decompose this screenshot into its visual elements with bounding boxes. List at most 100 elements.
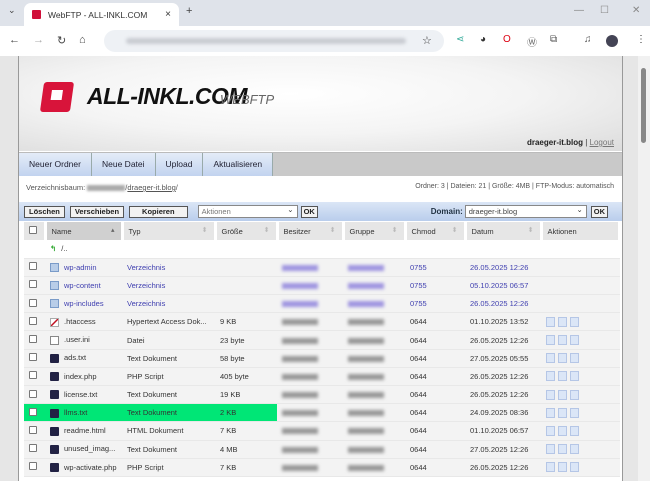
rename-icon[interactable]: [558, 389, 567, 400]
profile-avatar[interactable]: [606, 35, 618, 47]
file-name[interactable]: wp-admin: [64, 263, 97, 272]
minimize-icon[interactable]: —: [574, 5, 584, 16]
table-row[interactable]: .htaccess Hypertext Access Dok... 9 KB 0…: [24, 312, 620, 332]
rename-icon[interactable]: [558, 425, 567, 436]
media-icon[interactable]: ♫: [584, 34, 592, 45]
parent-dir-row[interactable]: ↰ /..: [24, 240, 620, 259]
rename-icon[interactable]: [558, 407, 567, 418]
window-close-icon[interactable]: ✕: [632, 5, 640, 16]
table-row[interactable]: ads.txt Text Dokument 58 byte 0644 27.05…: [24, 349, 620, 368]
row-checkbox[interactable]: [29, 280, 37, 289]
file-name[interactable]: .htaccess: [64, 317, 96, 326]
download-icon[interactable]: [570, 425, 579, 436]
file-name[interactable]: wp-content: [64, 281, 101, 290]
table-row[interactable]: license.txt Text Dokument 19 KB 0644 26.…: [24, 385, 620, 405]
file-chmod[interactable]: 0755: [405, 258, 465, 277]
table-row[interactable]: wp-admin Verzeichnis 0755 26.05.2025 12:…: [24, 258, 620, 277]
edit-icon[interactable]: [546, 335, 555, 346]
row-checkbox[interactable]: [29, 335, 37, 344]
edit-icon[interactable]: [546, 316, 555, 327]
actions-ok-button[interactable]: OK: [300, 205, 318, 218]
col-name[interactable]: Name ▴: [45, 222, 124, 240]
select-all-checkbox[interactable]: [29, 226, 37, 234]
col-chmod[interactable]: Chmod ⬍: [405, 222, 467, 240]
reload-icon[interactable]: ↻: [57, 34, 66, 47]
copy-button[interactable]: Kopieren: [129, 205, 188, 218]
table-row[interactable]: unused_imag... Text Dokument 4 MB 0644 2…: [24, 440, 620, 459]
download-icon[interactable]: [570, 316, 579, 327]
home-icon[interactable]: ⌂: [79, 34, 86, 46]
row-checkbox[interactable]: [29, 425, 37, 434]
row-checkbox[interactable]: [29, 462, 37, 471]
download-icon[interactable]: [570, 371, 579, 382]
file-name[interactable]: wp-includes: [64, 299, 104, 308]
download-icon[interactable]: [570, 407, 579, 418]
move-button[interactable]: Verschieben: [69, 205, 125, 218]
table-row[interactable]: index.php PHP Script 405 byte 0644 26.05…: [24, 367, 620, 387]
close-tab-icon[interactable]: ×: [165, 9, 171, 20]
file-chmod[interactable]: 0644: [405, 349, 465, 368]
edit-icon[interactable]: [546, 353, 555, 364]
table-row[interactable]: wp-content Verzeichnis 0755 05.10.2025 0…: [24, 276, 620, 296]
file-chmod[interactable]: 0755: [405, 276, 465, 296]
domain-ok-button[interactable]: OK: [590, 205, 608, 218]
file-name[interactable]: index.php: [64, 372, 97, 381]
file-name[interactable]: llms.txt: [64, 408, 87, 417]
rename-icon[interactable]: [558, 462, 567, 473]
rename-icon[interactable]: [558, 371, 567, 382]
file-name[interactable]: ads.txt: [64, 353, 86, 362]
logout-link[interactable]: Logout: [590, 138, 614, 147]
file-chmod[interactable]: 0644: [405, 421, 465, 441]
row-checkbox[interactable]: [29, 262, 37, 271]
edit-icon[interactable]: [546, 371, 555, 382]
tab-list-chevron-icon[interactable]: ⌄: [8, 5, 16, 16]
refresh-tab[interactable]: Aktualisieren: [203, 153, 274, 176]
file-chmod[interactable]: 0644: [405, 312, 465, 332]
rename-icon[interactable]: [558, 444, 567, 455]
delete-button[interactable]: Löschen: [24, 205, 65, 218]
row-checkbox[interactable]: [29, 298, 37, 307]
col-group[interactable]: Gruppe ⬍: [343, 222, 407, 240]
new-file-tab[interactable]: Neue Datei: [92, 153, 156, 176]
download-icon[interactable]: [570, 444, 579, 455]
wordpress-icon[interactable]: Ⓦ: [527, 34, 537, 49]
actions-select[interactable]: Aktionen: [197, 204, 298, 218]
download-icon[interactable]: [570, 335, 579, 346]
file-chmod[interactable]: 0644: [405, 385, 465, 405]
rename-icon[interactable]: [558, 353, 567, 364]
col-owner[interactable]: Besitzer ⬍: [277, 222, 345, 240]
col-size[interactable]: Größe ⬍: [215, 222, 279, 240]
rename-icon[interactable]: [558, 316, 567, 327]
new-folder-tab[interactable]: Neuer Ordner: [19, 153, 92, 176]
row-checkbox[interactable]: [29, 371, 37, 380]
file-name[interactable]: readme.html: [64, 426, 106, 435]
download-icon[interactable]: [570, 389, 579, 400]
upload-tab[interactable]: Upload: [155, 153, 204, 176]
download-icon[interactable]: [570, 353, 579, 364]
file-name[interactable]: unused_imag...: [64, 444, 115, 453]
row-checkbox[interactable]: [29, 444, 37, 453]
extension-panda-icon[interactable]: ◕: [480, 34, 486, 45]
edit-icon[interactable]: [546, 444, 555, 455]
download-icon[interactable]: [570, 462, 579, 473]
table-row[interactable]: llms.txt Text Dokument 2 KB 0644 24.09.2…: [24, 403, 620, 423]
file-name[interactable]: .user.ini: [64, 335, 90, 344]
table-row[interactable]: readme.html HTML Dokument 7 KB 0644 01.1…: [24, 421, 620, 441]
file-name[interactable]: license.txt: [64, 390, 97, 399]
row-checkbox[interactable]: [29, 316, 37, 325]
edit-icon[interactable]: [546, 407, 555, 418]
maximize-icon[interactable]: ☐: [600, 5, 609, 16]
col-type[interactable]: Typ ⬍: [122, 222, 217, 240]
file-chmod[interactable]: 0644: [405, 403, 465, 423]
file-chmod[interactable]: 0644: [405, 367, 465, 387]
browser-tab[interactable]: WebFTP - ALL-INKL.COM ×: [24, 3, 179, 26]
path-link[interactable]: draeger-it.blog: [127, 183, 175, 192]
table-row[interactable]: wp-activate.php PHP Script 7 KB 0644 26.…: [24, 458, 620, 477]
table-row[interactable]: wp-includes Verzeichnis 0755 26.05.2025 …: [24, 294, 620, 314]
scrollbar[interactable]: [638, 56, 650, 481]
new-tab-button[interactable]: +: [186, 5, 192, 17]
extensions-icon[interactable]: ⧉: [550, 34, 557, 45]
edit-icon[interactable]: [546, 425, 555, 436]
rename-icon[interactable]: [558, 335, 567, 346]
forward-icon[interactable]: →: [33, 34, 44, 46]
